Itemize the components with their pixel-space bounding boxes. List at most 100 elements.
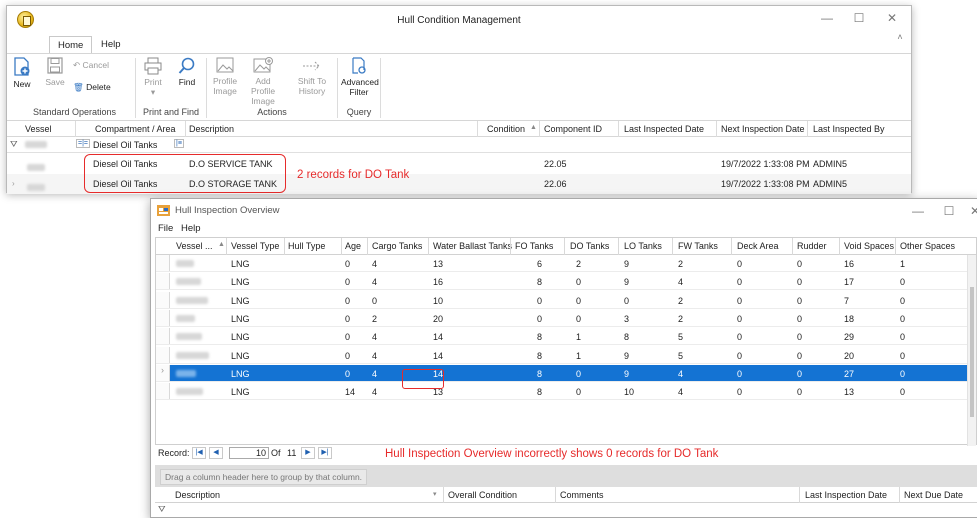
filter-operator-icon[interactable]: =|= [76, 139, 90, 148]
row-selector[interactable] [156, 255, 170, 271]
tab-home[interactable]: Home [49, 36, 93, 54]
water-ballast-cell: 16 [433, 277, 444, 288]
advanced-filter-button[interactable]: Advanced Filter [341, 57, 379, 97]
col-condition[interactable]: Condition [487, 124, 525, 134]
col-other-spaces[interactable]: Other Spaces [900, 241, 955, 251]
ribbon: New Save ↶ Cancel 🗑 Delete Print ▾ Find [7, 53, 911, 121]
current-record-input[interactable]: 10 [229, 447, 269, 459]
maximize-icon[interactable]: ☐ [849, 11, 869, 25]
water-ballast-cell: 13 [433, 259, 444, 269]
col-description[interactable]: Description [175, 490, 220, 500]
lo-tanks-cell: 9 [624, 368, 630, 379]
col-overall-condition[interactable]: Overall Condition [448, 490, 517, 500]
print-button[interactable]: Print ▾ [141, 57, 165, 97]
row-selector[interactable]: › [156, 364, 170, 381]
cargo-tanks-cell: 4 [372, 368, 378, 379]
col-fw-tanks[interactable]: FW Tanks [678, 241, 718, 251]
col-rudder[interactable]: Rudder [797, 241, 827, 251]
table-row[interactable]: LNG 0 4 14 8 1 8 5 0 0 29 0 [156, 328, 976, 346]
col-lo-tanks[interactable]: LO Tanks [624, 241, 662, 251]
profile-image-button[interactable]: Profile Image [210, 57, 240, 96]
vessel-name-cell [176, 314, 195, 324]
col-compartment[interactable]: Compartment / Area [95, 124, 176, 134]
first-record-icon[interactable]: |◀ [192, 447, 206, 459]
component-id-cell: 22.05 [544, 159, 567, 169]
tab-help[interactable]: Help [93, 36, 129, 54]
col-deck-area[interactable]: Deck Area [737, 241, 779, 251]
vertical-scrollbar[interactable] [967, 255, 976, 446]
row-selector[interactable] [156, 291, 170, 308]
col-vessel[interactable]: Vessel [25, 124, 52, 134]
filter-description-icon[interactable]: |≡ [174, 139, 184, 148]
col-cargo-tanks[interactable]: Cargo Tanks [372, 241, 422, 251]
col-last-inspected-by[interactable]: Last Inspected By [813, 124, 885, 134]
printer-icon [144, 57, 162, 75]
col-vessel-type[interactable]: Vessel Type [231, 241, 279, 251]
rudder-cell: 0 [797, 313, 803, 324]
fo-tanks-cell: 8 [537, 332, 543, 343]
col-hull-type[interactable]: Hull Type [288, 241, 325, 251]
next-record-icon[interactable]: ▶ [301, 447, 315, 459]
filter-compartment-value[interactable]: Diesel Oil Tanks [93, 140, 157, 150]
table-row[interactable]: LNG 0 4 16 8 0 9 4 0 0 17 0 [156, 273, 976, 291]
find-button[interactable]: Find [175, 57, 199, 87]
new-button[interactable]: New [10, 57, 34, 89]
table-row[interactable]: LNG 0 4 13 6 2 9 2 0 0 16 1 [156, 255, 976, 272]
col-divider [792, 238, 793, 255]
close-icon[interactable]: ✕ [965, 204, 977, 218]
ribbon-collapse-icon[interactable]: ˄ [890, 32, 910, 42]
row-selector[interactable] [156, 309, 170, 326]
row-selector[interactable] [156, 328, 170, 345]
row-selector[interactable] [156, 273, 170, 290]
col-component-id[interactable]: Component ID [544, 124, 602, 134]
title-bar: Hull Condition Management — ☐ ✕ ˄ [7, 6, 911, 42]
age-cell: 0 [345, 368, 351, 379]
rudder-cell: 0 [797, 332, 803, 343]
save-button[interactable]: Save [44, 57, 66, 87]
fw-tanks-cell: 4 [678, 368, 684, 379]
add-profile-image-button[interactable]: Add Profile Image [245, 57, 281, 106]
table-row[interactable]: › LNG 0 4 14 8 0 9 4 0 0 27 0 [156, 364, 976, 382]
vessel-name-cell [176, 259, 194, 269]
shift-to-history-button[interactable]: Shift To History [295, 57, 329, 96]
col-last-inspection-date[interactable]: Last Inspection Date [805, 490, 887, 500]
delete-button[interactable]: 🗑 Delete [73, 82, 133, 92]
minimize-icon[interactable]: — [817, 11, 837, 25]
minimize-icon[interactable]: — [908, 204, 928, 218]
table-row[interactable]: LNG 0 2 20 0 0 3 2 0 0 18 0 [156, 309, 976, 327]
col-do-tanks[interactable]: DO Tanks [570, 241, 609, 251]
col-age[interactable]: Age [345, 241, 361, 251]
col-water-ballast[interactable]: Water Ballast Tanks [433, 241, 512, 251]
menu-file[interactable]: File [158, 223, 173, 234]
do-tanks-cell: 0 [576, 387, 582, 398]
row-selector[interactable] [156, 346, 170, 363]
last-record-icon[interactable]: ▶| [318, 447, 332, 459]
menu-help[interactable]: Help [181, 223, 201, 234]
col-next-due-date[interactable]: Next Due Date [904, 490, 963, 500]
table-row[interactable]: LNG 0 4 14 8 1 9 5 0 0 20 0 [156, 346, 976, 364]
col-void-spaces[interactable]: Void Spaces [844, 241, 894, 251]
vessel-type-cell: LNG [231, 387, 250, 398]
row-selector[interactable] [156, 383, 170, 400]
cancel-button[interactable]: ↶ Cancel [73, 60, 133, 70]
filter-vessel-value[interactable] [25, 140, 47, 150]
col-comments[interactable]: Comments [560, 490, 604, 500]
maximize-icon[interactable]: ☐ [939, 204, 959, 218]
table-row[interactable]: LNG 0 0 10 0 0 0 2 0 0 7 0 [156, 291, 976, 309]
col-next-inspection-date[interactable]: Next Inspection Date [721, 124, 805, 134]
col-last-inspected-date[interactable]: Last Inspected Date [624, 124, 704, 134]
search-icon [178, 57, 195, 74]
trash-icon: 🗑 [73, 82, 84, 92]
col-fo-tanks[interactable]: FO Tanks [515, 241, 553, 251]
table-row[interactable]: LNG 14 4 13 8 0 10 4 0 0 13 0 [156, 383, 976, 401]
water-ballast-cell: 10 [433, 295, 444, 306]
deck-area-cell: 0 [737, 313, 743, 324]
prev-record-icon[interactable]: ◀ [209, 447, 223, 459]
group-by-panel[interactable]: Drag a column header here to group by th… [155, 465, 977, 487]
close-icon[interactable]: ✕ [882, 11, 902, 25]
col-description[interactable]: Description [189, 124, 234, 134]
col-divider [477, 121, 478, 137]
component-id-cell: 22.06 [544, 179, 567, 189]
col-vessel[interactable]: Vessel ... [176, 241, 213, 251]
scroll-thumb[interactable] [970, 287, 974, 417]
